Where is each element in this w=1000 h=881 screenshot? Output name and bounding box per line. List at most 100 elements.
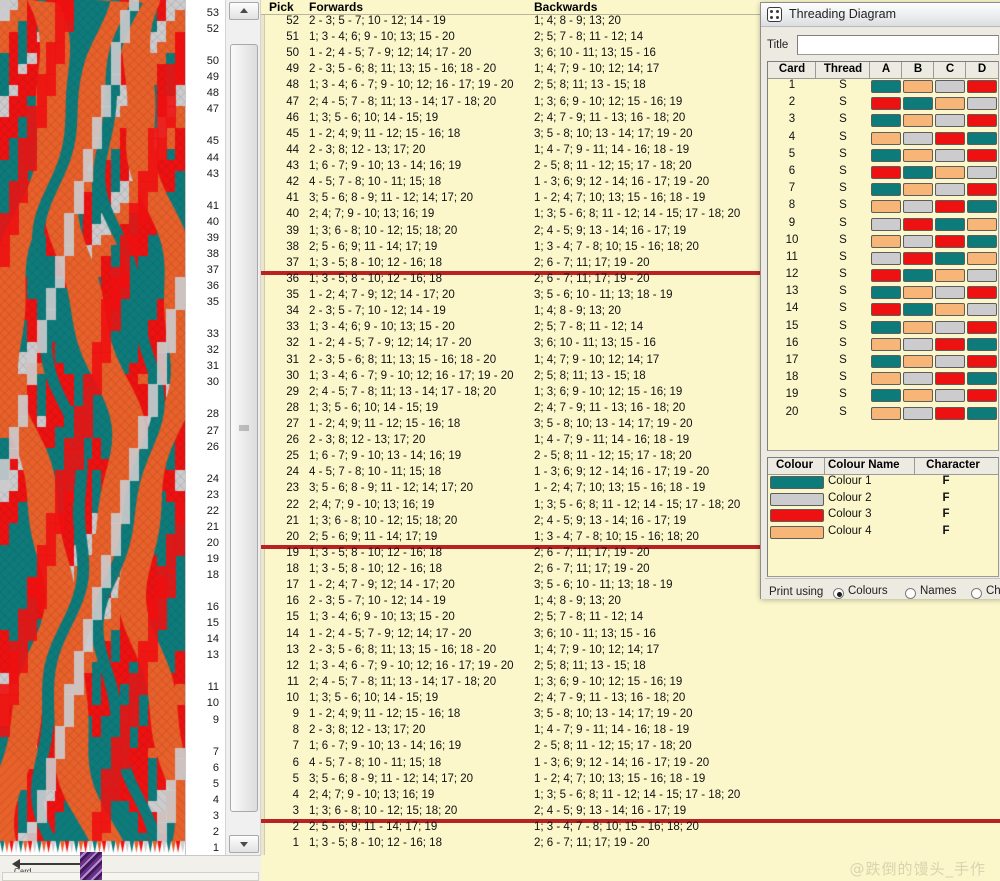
- threading-colour-cell[interactable]: [935, 97, 965, 111]
- threading-colour-cell[interactable]: [903, 80, 933, 93]
- scroll-down-button[interactable]: [229, 835, 259, 853]
- threading-colour-cell[interactable]: [903, 165, 933, 179]
- radio-button[interactable]: [971, 588, 982, 599]
- threading-row[interactable]: 16 S: [768, 337, 998, 354]
- threading-colour-cell[interactable]: [871, 234, 901, 248]
- threading-colour-cell[interactable]: [967, 303, 997, 317]
- pick-row[interactable]: 4 2; 4; 7; 9 - 10; 13; 16; 19 1; 3; 5 - 6;…: [261, 789, 1000, 805]
- threading-colour-cell[interactable]: [935, 165, 965, 179]
- scroll-up-button[interactable]: [229, 2, 259, 20]
- threading-colour-cell[interactable]: [903, 337, 933, 351]
- threading-colour-cell[interactable]: [903, 389, 933, 403]
- threading-colour-cell[interactable]: [967, 97, 997, 111]
- threading-colour-cell[interactable]: [935, 372, 965, 386]
- radio-button[interactable]: [833, 588, 844, 599]
- threading-colour-cell[interactable]: [871, 183, 901, 197]
- threading-colour-cell[interactable]: [903, 406, 933, 420]
- threading-colour-cell[interactable]: [935, 389, 965, 403]
- threading-colour-cell[interactable]: [871, 165, 901, 179]
- threading-colour-cell[interactable]: [903, 234, 933, 248]
- threading-colour-cell[interactable]: [903, 372, 933, 386]
- colour-legend-row[interactable]: Colour 1 F: [768, 475, 998, 492]
- threading-colour-cell[interactable]: [903, 148, 933, 162]
- threading-colour-cell[interactable]: [871, 269, 901, 283]
- threading-colour-cell[interactable]: [935, 217, 965, 231]
- threading-colour-cell[interactable]: [967, 80, 997, 93]
- threading-colour-cell[interactable]: [935, 200, 965, 214]
- colour-legend-row[interactable]: Colour 4 F: [768, 525, 998, 542]
- threading-colour-cell[interactable]: [935, 148, 965, 162]
- threading-row[interactable]: 17 S: [768, 354, 998, 371]
- threading-diagram-titlebar[interactable]: Threading Diagram: [761, 3, 1000, 27]
- threading-row[interactable]: 12 S: [768, 268, 998, 285]
- threading-row[interactable]: 5S: [768, 148, 998, 165]
- colour-swatch[interactable]: [770, 509, 824, 522]
- threading-row[interactable]: 11 S: [768, 251, 998, 268]
- pick-row[interactable]: 10 1; 3; 5 - 6; 10; 14 - 15; 19 2; 4; 7 - …: [261, 692, 1000, 708]
- pattern-thumbnail[interactable]: [80, 852, 102, 880]
- threading-row[interactable]: 9S: [768, 217, 998, 234]
- threading-colour-cell[interactable]: [967, 131, 997, 145]
- threading-colour-cell[interactable]: [967, 320, 997, 334]
- pick-row[interactable]: 8 2 - 3; 8; 12 - 13; 17; 20 1; 4 - 7; 9 - …: [261, 724, 1000, 740]
- threading-colour-cell[interactable]: [871, 406, 901, 420]
- threading-row[interactable]: 18 S: [768, 371, 998, 388]
- threading-row[interactable]: 2S: [768, 96, 998, 113]
- threading-colour-cell[interactable]: [871, 320, 901, 334]
- threading-colour-cell[interactable]: [967, 372, 997, 386]
- threading-colour-cell[interactable]: [903, 114, 933, 128]
- pick-row[interactable]: 13 2 - 3; 5 - 6; 8; 11; 13; 15 - 16; 18 -…: [261, 644, 1000, 660]
- weave-preview-canvas[interactable]: [0, 0, 185, 855]
- threading-colour-cell[interactable]: [871, 303, 901, 317]
- pick-row[interactable]: 11 2; 4 - 5; 7 - 8; 11; 13 - 14; 17 - 18;…: [261, 676, 1000, 692]
- threading-colour-cell[interactable]: [935, 251, 965, 265]
- pick-row[interactable]: 14 1 - 2; 4 - 5; 7 - 9; 12; 14; 17 - 20 3;…: [261, 628, 1000, 644]
- threading-colour-cell[interactable]: [903, 97, 933, 111]
- threading-row[interactable]: 6S: [768, 165, 998, 182]
- threading-colour-cell[interactable]: [935, 337, 965, 351]
- threading-row[interactable]: 19 S: [768, 388, 998, 405]
- weave-preview-panel[interactable]: [0, 0, 185, 855]
- threading-diagram-window[interactable]: Threading Diagram Title Card Thread A B C D 1…: [760, 2, 1000, 599]
- threading-colour-cell[interactable]: [935, 286, 965, 300]
- threading-colour-cell[interactable]: [903, 269, 933, 283]
- threading-colour-cell[interactable]: [935, 80, 965, 93]
- threading-colour-cell[interactable]: [903, 200, 933, 214]
- pick-row[interactable]: 15 1; 3 - 4; 6; 9 - 10; 13; 15 - 20 2; 5; …: [261, 611, 1000, 627]
- title-input[interactable]: [797, 35, 999, 55]
- threading-row[interactable]: 14 S: [768, 302, 998, 319]
- colour-legend-row[interactable]: Colour 3 F: [768, 508, 998, 525]
- threading-colour-cell[interactable]: [935, 131, 965, 145]
- threading-colour-cell[interactable]: [967, 355, 997, 368]
- pick-row[interactable]: 6 4 - 5; 7 - 8; 10 - 11; 15; 18 1 - 3; 6; …: [261, 757, 1000, 773]
- threading-colour-cell[interactable]: [871, 200, 901, 214]
- threading-colour-cell[interactable]: [967, 200, 997, 214]
- threading-colour-cell[interactable]: [871, 337, 901, 351]
- threading-colour-cell[interactable]: [935, 234, 965, 248]
- threading-colour-cell[interactable]: [967, 148, 997, 162]
- threading-colour-cell[interactable]: [935, 320, 965, 334]
- threading-colour-cell[interactable]: [967, 234, 997, 248]
- threading-colour-cell[interactable]: [871, 355, 901, 368]
- threading-colour-cell[interactable]: [903, 131, 933, 145]
- threading-colour-cell[interactable]: [967, 269, 997, 283]
- threading-colour-cell[interactable]: [903, 251, 933, 265]
- threading-colour-cell[interactable]: [903, 217, 933, 231]
- threading-colour-cell[interactable]: [871, 286, 901, 300]
- radio-button[interactable]: [905, 588, 916, 599]
- threading-colour-cell[interactable]: [967, 406, 997, 420]
- colour-swatch[interactable]: [770, 492, 824, 506]
- threading-colour-cell[interactable]: [935, 355, 965, 368]
- threading-colour-cell[interactable]: [935, 114, 965, 128]
- threading-colour-cell[interactable]: [871, 148, 901, 162]
- pick-row[interactable]: 7 1; 6 - 7; 9 - 10; 13 - 14; 16; 19 2 - 5;…: [261, 740, 1000, 756]
- threading-colour-cell[interactable]: [967, 251, 997, 265]
- threading-colour-cell[interactable]: [967, 389, 997, 403]
- threading-colour-cell[interactable]: [903, 355, 933, 368]
- threading-colour-cell[interactable]: [967, 217, 997, 231]
- threading-colour-cell[interactable]: [935, 406, 965, 420]
- threading-colour-cell[interactable]: [871, 80, 901, 93]
- threading-grid[interactable]: Card Thread A B C D 1 S 2 S 3 S 4 S 5 S 6 S 7 S 8 S 9 S 10 S 11 S 1…: [767, 61, 999, 451]
- threading-colour-cell[interactable]: [871, 97, 901, 111]
- threading-colour-cell[interactable]: [871, 114, 901, 128]
